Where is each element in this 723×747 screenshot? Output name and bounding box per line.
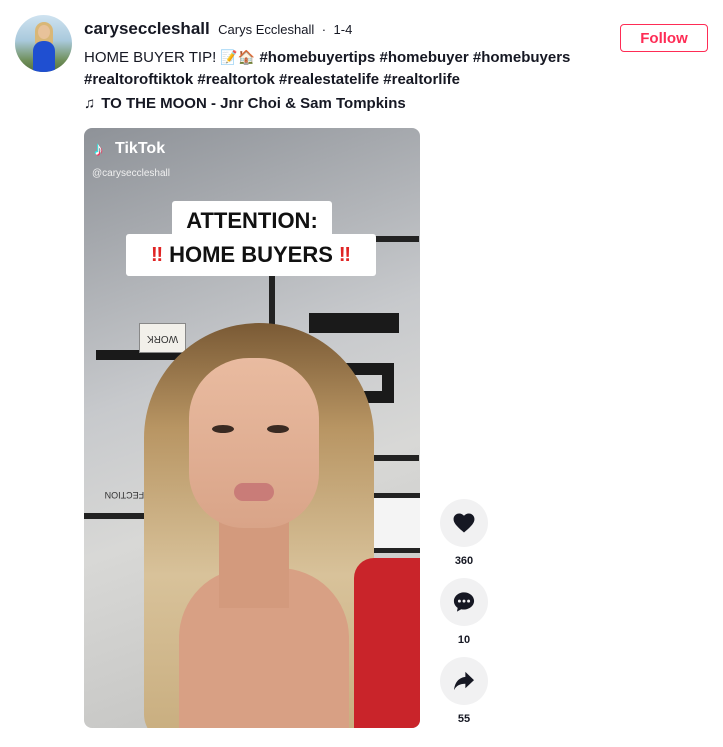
comment-count: 10 bbox=[457, 634, 471, 646]
caption-emojis: 📝🏠 bbox=[220, 49, 256, 65]
avatar-face bbox=[38, 25, 50, 39]
video-player[interactable]: WORK NOT PERFECTION ♪ TikTok @caryseccle… bbox=[84, 128, 420, 728]
small-picture-frame bbox=[366, 493, 420, 553]
post-date: 1-4 bbox=[333, 22, 353, 37]
person-face bbox=[189, 358, 319, 528]
caption: HOME BUYER TIP! 📝🏠 #homebuyertips #homeb… bbox=[84, 46, 604, 91]
work-sign: WORK bbox=[139, 323, 186, 353]
comment-icon bbox=[453, 592, 475, 612]
music-note-icon: ♫ bbox=[84, 95, 96, 112]
banner-home-buyers: ‼ HOME BUYERS ‼ bbox=[126, 234, 376, 276]
tiktok-watermark: ♪ TikTok bbox=[94, 140, 165, 158]
lips bbox=[234, 483, 274, 501]
share-count: 55 bbox=[457, 713, 471, 725]
double-exclamation-icon: ‼ bbox=[151, 243, 164, 266]
share-button[interactable] bbox=[440, 657, 488, 705]
left-eye bbox=[212, 425, 234, 433]
person-top bbox=[354, 558, 420, 728]
share-arrow-icon bbox=[454, 671, 474, 691]
share-action: 55 bbox=[440, 657, 488, 725]
like-button[interactable] bbox=[440, 499, 488, 547]
avatar-body bbox=[33, 41, 55, 72]
tiktok-logo-text: TikTok bbox=[115, 140, 166, 157]
wall-art-bar bbox=[309, 313, 399, 333]
person-neck bbox=[219, 518, 289, 608]
like-count: 360 bbox=[454, 555, 474, 567]
comment-action: 10 bbox=[440, 578, 488, 646]
follow-button[interactable]: Follow bbox=[620, 24, 708, 52]
tiktok-note-icon: ♪ bbox=[94, 139, 103, 159]
separator: · bbox=[321, 22, 327, 37]
comment-button[interactable] bbox=[440, 578, 488, 626]
username-link[interactable]: caryseccleshall bbox=[84, 19, 210, 38]
caption-text: HOME BUYER TIP! bbox=[84, 49, 221, 66]
nickname: Carys Eccleshall bbox=[218, 22, 315, 37]
like-action: 360 bbox=[440, 499, 488, 567]
double-exclamation-icon: ‼ bbox=[338, 243, 351, 266]
banner-home-buyers-text: HOME BUYERS bbox=[169, 242, 333, 267]
heart-icon bbox=[453, 513, 475, 533]
avatar[interactable] bbox=[15, 15, 72, 72]
right-eye bbox=[267, 425, 289, 433]
hashtags-line-1[interactable]: #homebuyertips #homebuyer #homebuyers bbox=[255, 49, 570, 66]
hashtags-line-2[interactable]: #realtoroftiktok #realtortok #realestate… bbox=[84, 71, 460, 88]
music-title: TO THE MOON - Jnr Choi & Sam Tompkins bbox=[101, 95, 406, 112]
music-link[interactable]: ♫ TO THE MOON - Jnr Choi & Sam Tompkins bbox=[84, 95, 406, 112]
post-header: caryseccleshall Carys Eccleshall · 1-4 bbox=[84, 19, 352, 39]
watermark-handle: @caryseccleshall bbox=[92, 168, 170, 179]
